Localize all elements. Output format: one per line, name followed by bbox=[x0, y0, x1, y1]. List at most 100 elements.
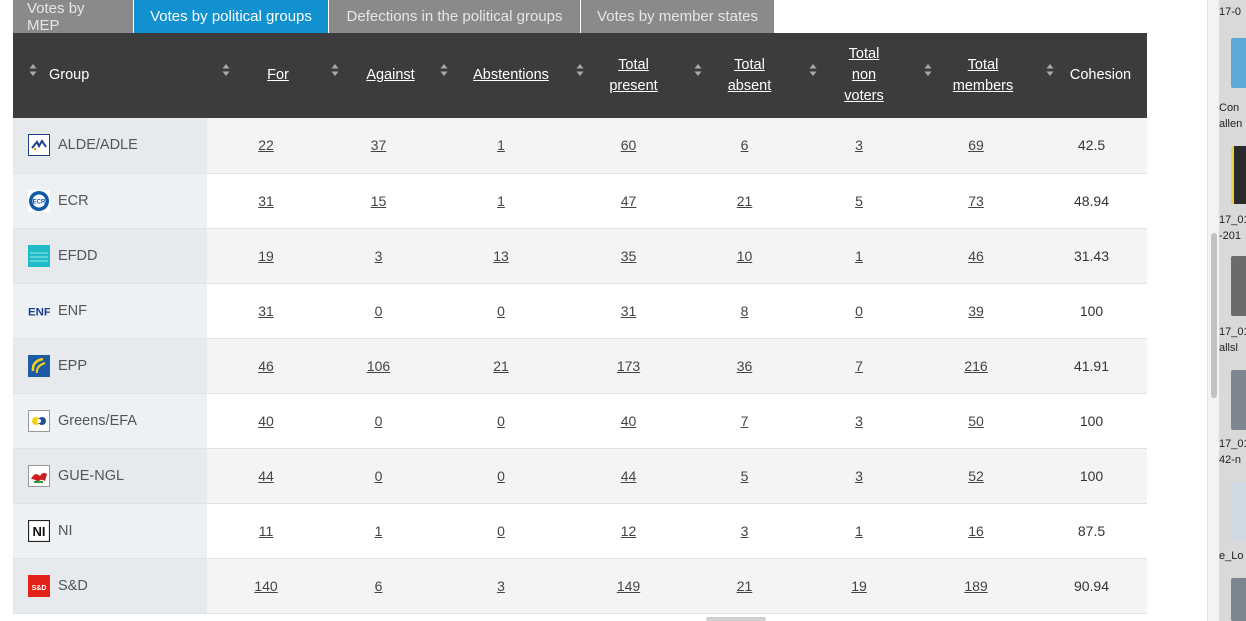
desktop-file-label[interactable]: 42-n bbox=[1219, 454, 1241, 466]
non-voters-link[interactable]: 3 bbox=[855, 137, 863, 153]
desktop-file-label[interactable]: 17-0 bbox=[1219, 6, 1241, 18]
non-voters-link[interactable]: 0 bbox=[855, 303, 863, 319]
non-voters-link[interactable]: 19 bbox=[851, 578, 867, 594]
sort-icon[interactable] bbox=[222, 63, 230, 77]
sort-icon[interactable] bbox=[924, 63, 932, 77]
image-file-icon[interactable] bbox=[1231, 146, 1246, 204]
absent-link[interactable]: 8 bbox=[741, 303, 749, 319]
desktop-file-label[interactable]: -201 bbox=[1219, 230, 1241, 242]
sort-by-total-non-voters-link[interactable]: Total non voters bbox=[844, 44, 884, 107]
file-icon[interactable] bbox=[1231, 482, 1246, 540]
sort-icon[interactable] bbox=[331, 63, 339, 77]
non-voters-link[interactable]: 3 bbox=[855, 468, 863, 484]
abstentions-link[interactable]: 0 bbox=[497, 413, 505, 429]
non-voters-link[interactable]: 1 bbox=[855, 523, 863, 539]
tab-votes-by-member-states[interactable]: Votes by member states bbox=[581, 0, 774, 33]
sort-by-total-absent-link[interactable]: Total absent bbox=[728, 55, 772, 97]
against-link[interactable]: 106 bbox=[367, 358, 390, 374]
sort-by-for-link[interactable]: For bbox=[267, 65, 289, 86]
present-link[interactable]: 149 bbox=[617, 578, 640, 594]
abstentions-link[interactable]: 13 bbox=[493, 248, 509, 264]
against-link[interactable]: 1 bbox=[375, 523, 383, 539]
sort-icon[interactable] bbox=[1046, 63, 1054, 77]
members-link[interactable]: 52 bbox=[968, 468, 984, 484]
desktop-file-label[interactable]: 17_01 bbox=[1219, 438, 1246, 450]
sort-icon[interactable] bbox=[576, 63, 584, 77]
members-link[interactable]: 73 bbox=[968, 193, 984, 209]
for-link[interactable]: 31 bbox=[258, 193, 274, 209]
absent-link[interactable]: 5 bbox=[741, 468, 749, 484]
for-link[interactable]: 22 bbox=[258, 137, 274, 153]
abstentions-link[interactable]: 0 bbox=[497, 468, 505, 484]
absent-link[interactable]: 21 bbox=[737, 193, 753, 209]
against-link[interactable]: 0 bbox=[375, 413, 383, 429]
sort-by-against-link[interactable]: Against bbox=[366, 65, 414, 86]
present-link[interactable]: 12 bbox=[621, 523, 637, 539]
sort-icon[interactable] bbox=[809, 63, 817, 77]
members-link[interactable]: 69 bbox=[968, 137, 984, 153]
image-file-icon[interactable] bbox=[1231, 578, 1246, 621]
absent-link[interactable]: 7 bbox=[741, 413, 749, 429]
abstentions-link[interactable]: 21 bbox=[493, 358, 509, 374]
desktop-file-label[interactable]: allsl bbox=[1219, 342, 1238, 354]
absent-link[interactable]: 36 bbox=[737, 358, 753, 374]
abstentions-link[interactable]: 0 bbox=[497, 303, 505, 319]
horizontal-scroll-indicator[interactable] bbox=[706, 617, 766, 621]
desktop-file-label[interactable]: Con bbox=[1219, 102, 1239, 114]
non-voters-link[interactable]: 5 bbox=[855, 193, 863, 209]
for-link[interactable]: 11 bbox=[259, 523, 274, 539]
for-link[interactable]: 19 bbox=[258, 248, 274, 264]
against-link[interactable]: 0 bbox=[375, 468, 383, 484]
abstentions-link[interactable]: 1 bbox=[497, 137, 505, 153]
abstentions-link[interactable]: 0 bbox=[497, 523, 505, 539]
members-link[interactable]: 39 bbox=[968, 303, 984, 319]
present-link[interactable]: 40 bbox=[621, 413, 637, 429]
sort-by-total-members-link[interactable]: Total members bbox=[953, 55, 1013, 97]
desktop-file-label[interactable]: e_Lo bbox=[1219, 550, 1243, 562]
sort-by-total-present-link[interactable]: Total present bbox=[609, 55, 657, 97]
members-link[interactable]: 216 bbox=[964, 358, 987, 374]
tab-defections-in-political-groups[interactable]: Defections in the political groups bbox=[329, 0, 580, 33]
non-voters-link[interactable]: 3 bbox=[855, 413, 863, 429]
present-link[interactable]: 47 bbox=[621, 193, 637, 209]
sort-icon[interactable] bbox=[440, 63, 448, 77]
tab-votes-by-mep[interactable]: Votes by MEP bbox=[13, 0, 133, 34]
sort-icon[interactable] bbox=[694, 63, 702, 77]
for-link[interactable]: 31 bbox=[258, 303, 274, 319]
absent-link[interactable]: 21 bbox=[737, 578, 753, 594]
against-link[interactable]: 6 bbox=[375, 578, 383, 594]
for-link[interactable]: 44 bbox=[258, 468, 274, 484]
members-link[interactable]: 46 bbox=[968, 248, 984, 264]
folder-icon[interactable] bbox=[1231, 38, 1246, 88]
scrollbar-thumb[interactable] bbox=[1211, 233, 1217, 398]
members-link[interactable]: 189 bbox=[964, 578, 987, 594]
abstentions-link[interactable]: 3 bbox=[497, 578, 505, 594]
absent-link[interactable]: 10 bbox=[737, 248, 753, 264]
for-link[interactable]: 140 bbox=[254, 578, 277, 594]
abstentions-link[interactable]: 1 bbox=[497, 193, 505, 209]
desktop-file-label[interactable]: 17_01 bbox=[1219, 214, 1246, 226]
for-link[interactable]: 40 bbox=[258, 413, 274, 429]
non-voters-link[interactable]: 1 bbox=[855, 248, 863, 264]
against-link[interactable]: 0 bbox=[375, 303, 383, 319]
present-link[interactable]: 60 bbox=[621, 137, 637, 153]
sort-by-abstentions-link[interactable]: Abstentions bbox=[473, 65, 549, 86]
image-file-icon[interactable] bbox=[1231, 256, 1246, 316]
image-file-icon[interactable] bbox=[1231, 370, 1246, 430]
members-link[interactable]: 16 bbox=[968, 523, 984, 539]
members-link[interactable]: 50 bbox=[968, 413, 984, 429]
present-link[interactable]: 31 bbox=[621, 303, 637, 319]
non-voters-link[interactable]: 7 bbox=[855, 358, 863, 374]
absent-link[interactable]: 3 bbox=[741, 523, 749, 539]
absent-link[interactable]: 6 bbox=[741, 137, 749, 153]
against-link[interactable]: 15 bbox=[371, 193, 387, 209]
tab-votes-by-political-groups[interactable]: Votes by political groups bbox=[134, 0, 328, 33]
present-link[interactable]: 35 bbox=[621, 248, 637, 264]
present-link[interactable]: 173 bbox=[617, 358, 640, 374]
against-link[interactable]: 3 bbox=[375, 248, 383, 264]
for-link[interactable]: 46 bbox=[258, 358, 274, 374]
sort-icon[interactable] bbox=[29, 63, 37, 77]
desktop-file-label[interactable]: allen bbox=[1219, 118, 1242, 130]
desktop-file-label[interactable]: 17_01 bbox=[1219, 326, 1246, 338]
present-link[interactable]: 44 bbox=[621, 468, 637, 484]
